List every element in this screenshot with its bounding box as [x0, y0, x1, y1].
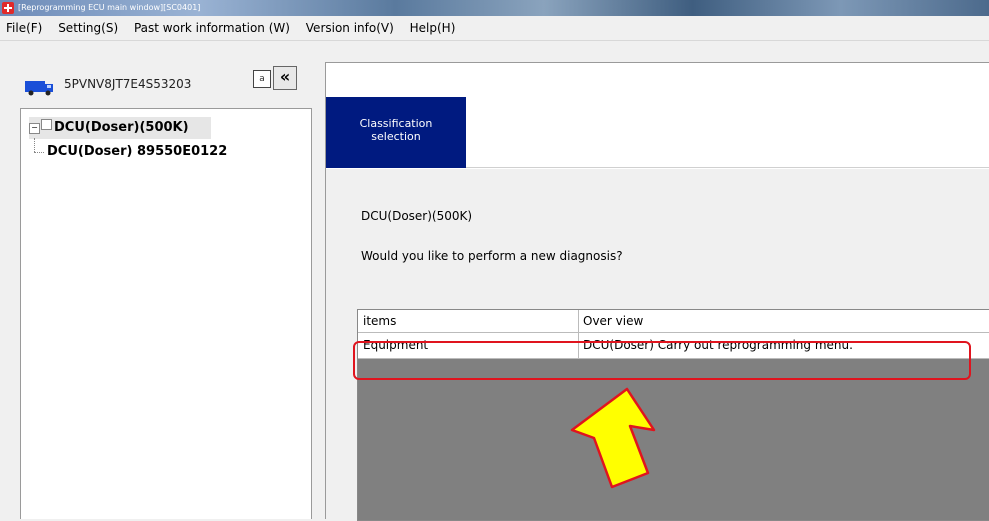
tree-connector: [34, 152, 44, 153]
tree-connector: [34, 138, 35, 152]
app-icon: [2, 2, 14, 14]
menu-file[interactable]: File(F): [6, 16, 42, 40]
vehicle-vin: 5PVNV8JT7E4S53203: [64, 77, 192, 91]
tab-label-line1: Classification: [359, 117, 433, 130]
collapse-panel-button[interactable]: «: [273, 66, 297, 90]
tab-strip-divider: [466, 167, 989, 168]
table-header: items Over view: [358, 310, 989, 333]
column-header-overview: Over view: [583, 314, 644, 328]
tree-node-dcu-part[interactable]: DCU(Doser) 89550E0122: [47, 144, 227, 159]
menu-setting[interactable]: Setting(S): [58, 16, 118, 40]
diagnosis-question: Would you like to perform a new diagnosi…: [361, 249, 623, 263]
menu-past-work-information[interactable]: Past work information (W): [134, 16, 290, 40]
table-empty-area: [358, 359, 989, 520]
menu-help[interactable]: Help(H): [410, 16, 456, 40]
tree-node-checkbox[interactable]: [41, 119, 52, 130]
highlight-box: [353, 341, 971, 380]
tree-node-label: DCU(Doser)(500K): [54, 120, 189, 135]
tree-expander-icon[interactable]: −: [29, 123, 40, 134]
menu-version-info[interactable]: Version info(V): [306, 16, 394, 40]
truck-icon: [25, 81, 53, 96]
text-size-button[interactable]: a: [253, 70, 271, 88]
pointer-arrow-icon: [570, 387, 656, 489]
tree-node-dcu[interactable]: − DCU(Doser)(500K): [29, 117, 211, 139]
window-title: [Reprogramming ECU main window][SC0401]: [18, 3, 201, 12]
tab-label-line2: selection: [371, 130, 421, 143]
title-bar: [Reprogramming ECU main window][SC0401]: [0, 0, 989, 16]
menu-bar: File(F) Setting(S) Past work information…: [0, 16, 989, 41]
column-header-items: items: [363, 314, 397, 328]
ecu-tree: − DCU(Doser)(500K) DCU(Doser) 89550E0122: [20, 108, 312, 519]
vehicle-panel: 5PVNV8JT7E4S53203 a « − DCU(Doser)(500K) …: [20, 62, 312, 519]
vehicle-header: 5PVNV8JT7E4S53203 a «: [20, 62, 312, 108]
tab-classification-selection[interactable]: Classification selection: [326, 97, 466, 168]
ecu-title: DCU(Doser)(500K): [361, 209, 473, 223]
